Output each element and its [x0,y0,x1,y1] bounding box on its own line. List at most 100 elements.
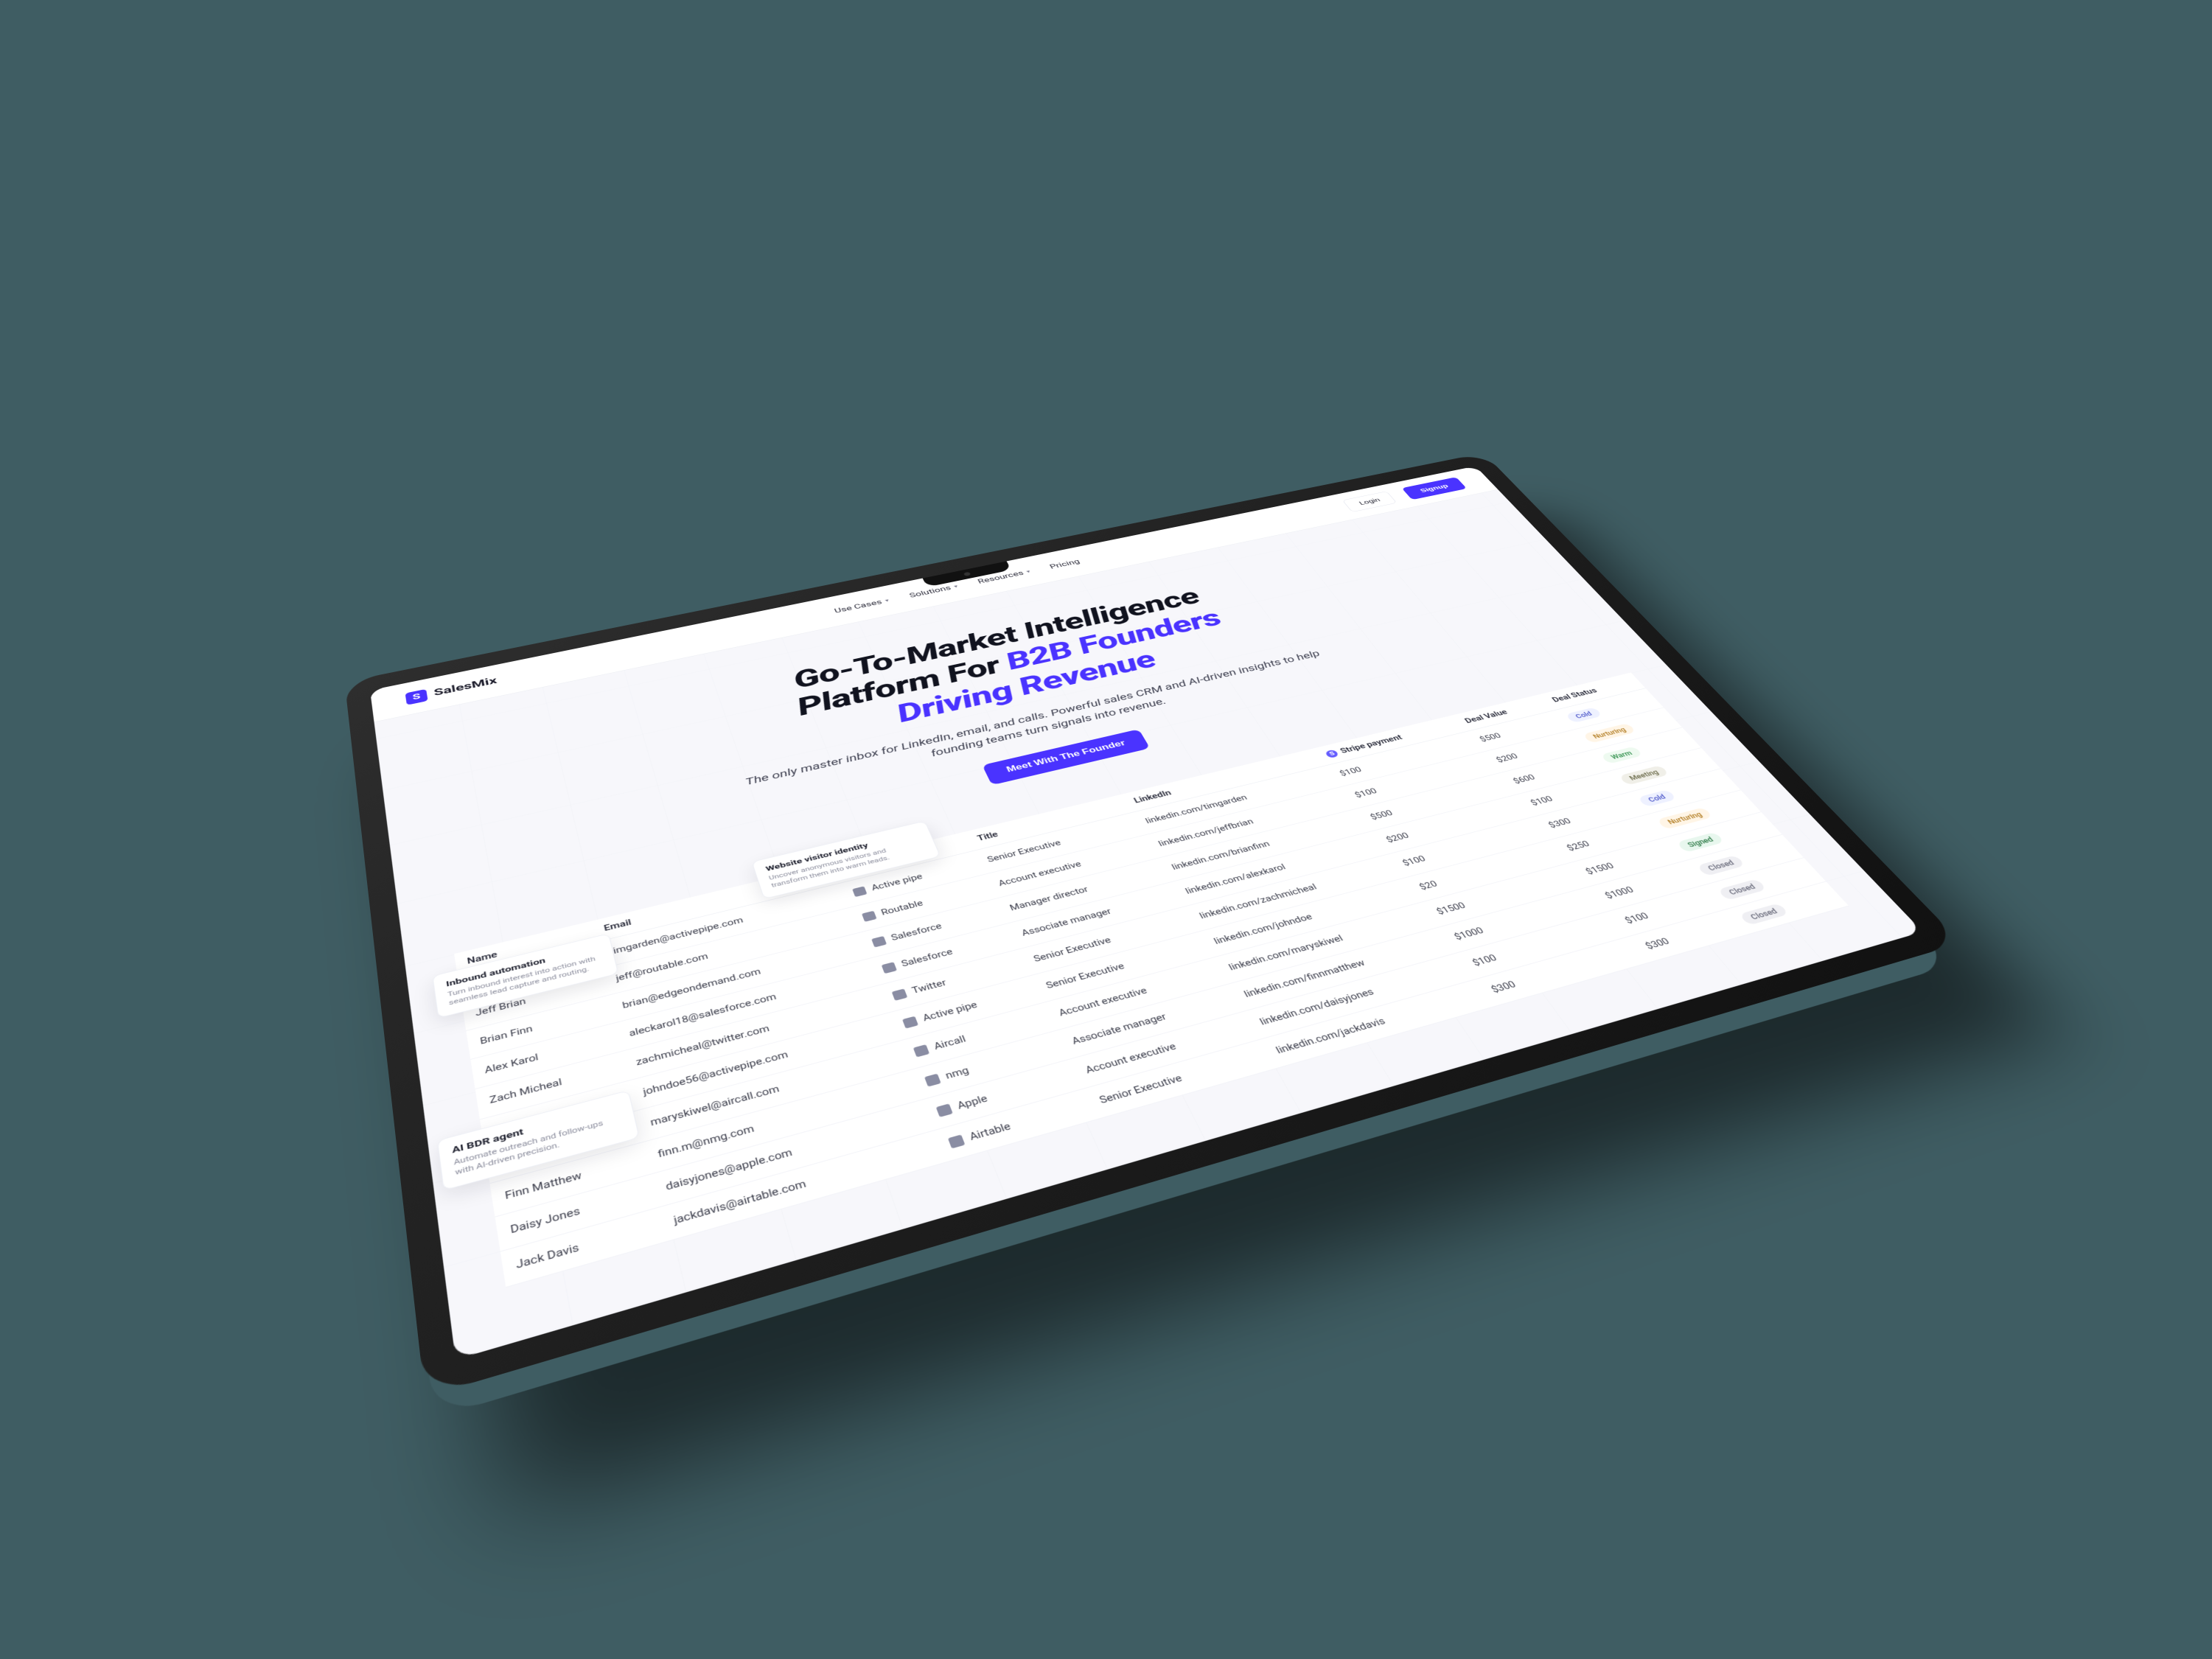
nav-use-cases[interactable]: Use Cases ▾ [833,596,890,614]
company-icon [902,1016,918,1028]
chevron-down-icon: ▾ [952,584,958,589]
cell-linkedin: linkedin.com/johndoe [1197,878,1419,957]
cell-name: Brian Finn [466,995,614,1059]
card-title: Website visitor identity [764,829,920,873]
status-badge: Closed [1739,903,1789,926]
col-company[interactable]: Company [831,831,972,883]
nav-pricing[interactable]: Pricing [1048,558,1081,570]
card-inbound-automation: Inbound automation Turn inbound interest… [432,933,618,1018]
table-row[interactable]: John Doejohndoe56@activepipe.comActive p… [479,789,1760,1150]
cell-linkedin: linkedin.com/alexkarol [1169,831,1386,907]
company-icon [936,1103,953,1117]
cell-dealvalue: $1500 [1568,838,1681,887]
cell-title: Senior Executive [1017,907,1197,975]
chevron-down-icon: ▾ [1025,569,1031,574]
cell-title: Account executive [983,835,1155,898]
cell-email: daisyjones@apple.com [649,1100,932,1207]
card-ai-bdr-agent: AI BDR agent Automate outreach and follo… [436,1089,639,1190]
cell-company: Active pipe [887,975,1042,1041]
cell-company: Airtable [932,1089,1095,1162]
cell-dealstatus: Closed [1681,834,1803,885]
login-button[interactable]: Login [1342,491,1397,511]
cell-name: Finn Matthew [489,1142,649,1216]
cell-email: maryskiwel@aircall.com [635,1041,910,1142]
cell-title: Associate manager [1005,882,1183,949]
cell-stripe: $300 [1473,937,1647,1007]
status-badge: Closed [1717,879,1767,901]
cell-company: Aircall [898,1002,1055,1069]
status-badge: Closed [1696,854,1745,876]
card-title: Inbound automation [445,943,601,988]
cell-company: Twitter [877,949,1030,1013]
cell-name: Mary Skiwel [484,1111,642,1183]
cell-name: Jack Davis [500,1207,665,1287]
company-icon [862,910,877,921]
cell-email: zachmicheal@twitter.com [621,985,887,1080]
tablet-bezel: S SalesMix Use Cases ▾ Solutions ▾ [344,453,1961,1397]
status-badge: Nurturing [1656,806,1713,829]
cell-name: Daisy Jones [495,1174,657,1251]
card-visitor-identity: Website visitor identity Uncover anonymo… [751,820,941,898]
status-badge: Cold [1565,707,1602,723]
company-icon [852,886,867,897]
cell-name: Zach Micheal [475,1051,627,1119]
cell-email: finn.m@nmg.com [642,1069,921,1174]
cell-company: Routable [848,874,994,932]
status-badge: Warm [1600,746,1642,764]
nav-label: Solutions [908,584,952,598]
company-icon [948,1134,966,1148]
cell-dealvalue: $300 [1627,909,1745,963]
cell-title: Manager director [994,858,1170,923]
status-badge: Nurturing [1583,722,1636,743]
cell-dealstatus: Closed [1723,881,1849,935]
cell-title: Account executive [1068,1011,1258,1089]
cell-title: Senior Executive [1081,1039,1274,1119]
col-name[interactable]: Name [454,921,596,975]
tablet-device: S SalesMix Use Cases ▾ Solutions ▾ [344,453,1961,1397]
table-row[interactable]: Finn Matthewfinn.m@nmg.comnmgAssociate m… [489,834,1804,1217]
company-icon [871,935,887,947]
nav-label: Pricing [1048,558,1081,570]
table-row[interactable]: Mary Skiwelmaryskiwel@aircall.comAircall… [484,811,1782,1183]
company-icon [892,988,908,1000]
cell-linkedin: linkedin.com/daisyjones [1242,953,1473,1039]
card-body: Automate outreach and follow-ups with AI… [453,1114,624,1178]
cell-title: Senior Executive [1030,932,1212,1002]
table-row[interactable]: Jack Davisjackdavis@airtable.comAirtable… [500,881,1848,1287]
cell-name: Jeff Brian [461,968,607,1030]
cell-email: timgarden@activepipe.com [595,883,848,968]
signup-button[interactable]: Signup [1401,477,1466,500]
cell-email: jackdavis@airtable.com [657,1131,944,1242]
table-row[interactable]: Daisy Jonesdaisyjones@apple.comAppleAcco… [495,857,1826,1251]
cell-email: brian@edgeondemand.com [607,932,867,1022]
nav-label: Use Cases [833,598,883,614]
cell-stripe: $20 [1402,839,1568,902]
cell-linkedin: linkedin.com/maryskiwel [1212,902,1437,984]
stripe-icon: S [1325,749,1339,758]
cell-stripe: $100 [1454,911,1627,979]
cell-name: John Doe [479,1080,634,1150]
cell-linkedin: linkedin.com/jackdavis [1258,979,1492,1069]
cell-title: Associate manager [1055,984,1242,1059]
cell-dealvalue: $1000 [1587,861,1702,911]
col-email[interactable]: Email [590,863,839,942]
cell-email: johndoe56@activepipe.com [627,1013,898,1111]
cell-dealvalue: $100 [1607,885,1723,937]
logo-mark-icon: S [405,688,428,705]
cell-company: Apple [921,1059,1082,1131]
chevron-down-icon: ▾ [884,598,890,603]
card-body: Turn inbound interest into action with s… [447,953,604,1007]
cell-company: Active pipe [839,851,983,907]
cell-company: Salesforce [867,923,1017,985]
cell-stripe: $1500 [1419,863,1587,928]
card-body: Uncover anonymous visitors and transform… [767,838,927,889]
cell-name: Tim Garden [457,942,601,1002]
brand-name: SalesMix [433,675,498,698]
cell-linkedin: linkedin.com/zachmicheal [1183,854,1402,932]
cell-stripe: $1000 [1437,887,1607,953]
status-badge: Cold [1637,789,1676,807]
company-icon [882,961,897,973]
status-badge: Signed [1676,831,1724,852]
cell-company: nmg [909,1030,1068,1100]
cell-email: jeff@routable.com [601,907,857,995]
